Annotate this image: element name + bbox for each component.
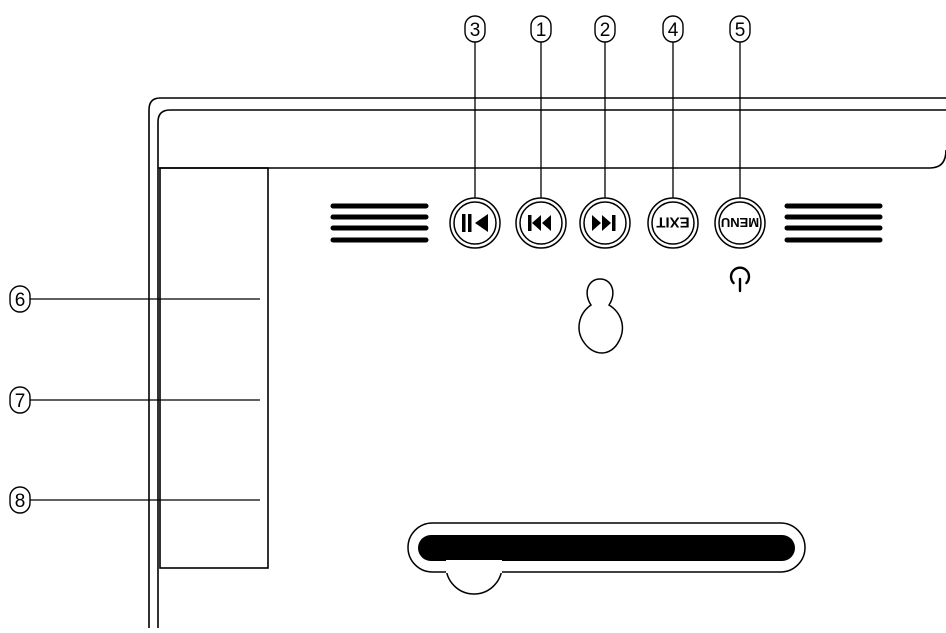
callout-5-label: 5 — [735, 20, 746, 41]
card-slot-opening — [418, 535, 795, 561]
menu-button-label: MENU — [721, 215, 759, 230]
callout-1: 1 — [530, 15, 552, 43]
menu-button[interactable]: MENU — [714, 197, 766, 249]
callout-2-label: 2 — [600, 20, 611, 41]
callout-7: 7 — [9, 386, 260, 414]
top-ledge — [158, 149, 946, 169]
card-slot-notch-mask — [446, 560, 502, 571]
callout-4: 4 — [662, 15, 684, 43]
callout-8: 8 — [9, 486, 260, 514]
callout-6-label: 6 — [15, 290, 26, 311]
exit-button[interactable]: EXIT — [647, 197, 699, 249]
previous-button[interactable] — [515, 197, 567, 249]
callout-3: 3 — [464, 15, 486, 43]
callout-3-label: 3 — [470, 20, 481, 41]
next-button[interactable] — [579, 197, 631, 249]
callout-7-label: 7 — [15, 391, 26, 412]
left-vent-grille — [330, 203, 429, 243]
right-vent-grille — [784, 203, 883, 243]
callout-5: 5 — [729, 15, 751, 43]
callout-6: 6 — [9, 285, 260, 313]
callout-2: 2 — [594, 15, 616, 43]
top-leader-lines — [474, 42, 741, 198]
keyhole-mount-icon — [578, 278, 624, 354]
exit-button-label: EXIT — [656, 214, 689, 231]
power-icon — [729, 266, 751, 293]
card-slot — [407, 522, 806, 595]
side-port-panel — [159, 167, 269, 569]
callout-4-label: 4 — [668, 20, 679, 41]
callout-8-label: 8 — [15, 491, 26, 512]
callout-1-label: 1 — [536, 20, 547, 41]
pause-play-button[interactable] — [449, 197, 501, 249]
diagram-canvas: 3 1 2 4 5 EXIT MENU 6 7 8 — [9, 15, 946, 628]
device-diagram: 3 1 2 4 5 EXIT MENU 6 7 8 — [0, 0, 946, 628]
